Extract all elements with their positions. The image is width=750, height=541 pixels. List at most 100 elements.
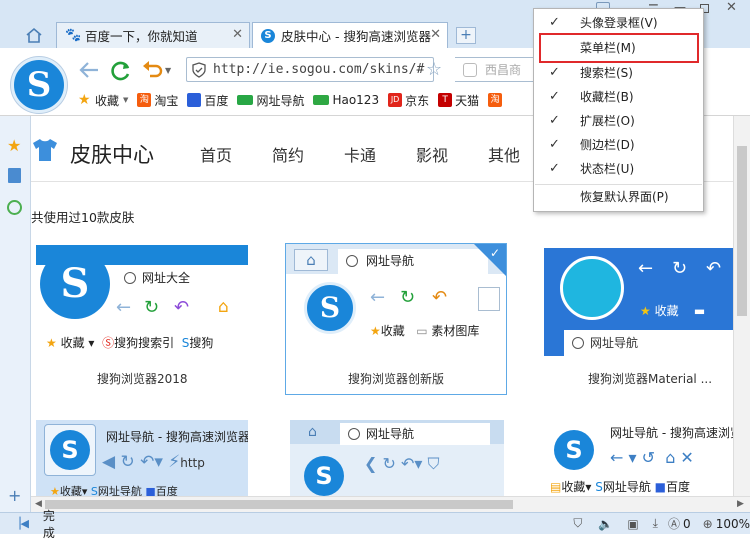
bookmark-label: 天猫	[455, 93, 480, 108]
nav-other[interactable]: 其他	[488, 142, 520, 166]
skin-card[interactable]: ⌂ 网址导航 S ❮ ↻ ↶▾ ⛉	[290, 420, 504, 496]
layers-logo-icon	[560, 256, 624, 320]
menu-item-sidebar[interactable]: ✓ 侧边栏(D)	[534, 133, 703, 157]
bookmark-tmall[interactable]: T 天猫	[438, 92, 479, 109]
sidebar-favorites-button[interactable]: ★	[7, 136, 21, 155]
card-addr-label: 网址大全	[142, 271, 191, 285]
bookmark-label: 网址导航	[256, 93, 305, 108]
adblock-icon[interactable]: Ⓐ	[668, 515, 680, 532]
back-button[interactable]	[78, 60, 100, 85]
tab-baidu[interactable]: 🐾 百度一下，你就知道 ✕	[56, 22, 250, 48]
sidebar-clock-button[interactable]	[7, 200, 22, 215]
nav-home[interactable]: 首页	[200, 142, 232, 166]
shield-status-icon[interactable]: ⛉	[573, 516, 582, 531]
sidebar-toggle-icon[interactable]: ▕◀	[12, 517, 29, 530]
scroll-thumb[interactable]	[737, 146, 747, 316]
refresh-button[interactable]	[110, 60, 132, 87]
horizontal-scrollbar[interactable]: ◀ ▶	[31, 496, 750, 512]
nav-simple[interactable]: 简约	[272, 142, 304, 166]
globe-icon	[346, 255, 358, 267]
sogou-s-icon: S	[50, 430, 90, 470]
tab-label: 百度一下，你就知道	[85, 29, 198, 44]
nav-movies[interactable]: 影视	[416, 142, 448, 166]
speaker-icon[interactable]: 🔈	[598, 517, 613, 531]
sidebar-add-button[interactable]: +	[8, 486, 21, 505]
menu-item-label: 侧边栏(D)	[580, 138, 635, 152]
menu-item-restore-default[interactable]: 恢复默认界面(P)	[534, 185, 703, 209]
skin-card[interactable]: S 网址导航 - 搜狗高速浏览器 ← ▾ ↺ ⌂ ✕ ▤收藏▾ S网址导航 ■百…	[544, 420, 733, 496]
zoom-level[interactable]: 100%	[716, 517, 750, 531]
card-addr-tab: 网址导航	[338, 249, 488, 274]
shield-icon	[478, 287, 500, 311]
undo-dropdown-icon[interactable]: ▼	[165, 66, 171, 75]
tshirt-icon	[32, 138, 58, 165]
close-window-icon[interactable]: ✕	[726, 0, 737, 15]
bookmark-favorites[interactable]: ★ 收藏 ▼	[78, 92, 128, 109]
card-addr-label: 网址导航	[590, 336, 639, 350]
menu-item-avatar-login[interactable]: ✓ 头像登录框(V)	[534, 11, 703, 35]
screenshot-icon[interactable]: ▣	[627, 517, 638, 531]
close-icon[interactable]: ✕	[232, 27, 243, 42]
address-bar[interactable]: http://ie.sogou.com/skins/#	[186, 57, 434, 82]
sidebar-doc-button[interactable]	[8, 168, 21, 183]
bookmark-jd[interactable]: JD 京东	[388, 92, 429, 109]
baidu-paw-icon: 🐾	[65, 27, 82, 43]
menu-item-searchbar[interactable]: ✓ 搜索栏(S)	[534, 61, 703, 85]
check-icon: ✓	[549, 89, 560, 104]
undo-icon: ↶	[432, 287, 448, 308]
sogou-search-icon	[463, 63, 477, 77]
undo-button[interactable]	[142, 60, 164, 85]
menu-item-menubar[interactable]: 菜单栏(M)	[534, 36, 703, 60]
menu-item-statusbar[interactable]: ✓ 状态栏(U)	[534, 157, 703, 181]
scroll-left-icon[interactable]: ◀	[35, 499, 42, 509]
link-label: 网址导航	[97, 485, 142, 496]
menu-item-label: 状态栏(U)	[580, 162, 635, 176]
undo-icon: ↶	[174, 297, 190, 318]
fav-label: 收藏	[654, 304, 679, 318]
new-tab-button[interactable]: +	[456, 27, 476, 44]
used-count-text: 共使用过10款皮肤	[31, 210, 135, 225]
card-bookmark-row: ★收藏▾ S网址导航 ■百度	[50, 485, 178, 496]
back-arrow-icon: ←	[370, 287, 386, 308]
back-arrow-icon: ←	[638, 258, 654, 279]
fav-label: 收藏	[380, 324, 405, 338]
refresh-icon	[111, 61, 130, 81]
bookmarks-bar: ★ 收藏 ▼ 淘淘宝 百度 网址导航 Hao123 JD 京东 T 天猫 淘	[78, 89, 538, 111]
card-addr-label: 网址导航	[366, 254, 415, 268]
card-bookmark-row: ★ 收藏 ▾ Ⓢ搜狗搜索引 S搜狗	[46, 336, 214, 350]
menu-item-extbar[interactable]: ✓ 扩展栏(O)	[534, 109, 703, 133]
home-button[interactable]	[20, 24, 48, 46]
undo-icon	[143, 61, 163, 78]
skin-name: 搜狗浏览器Material ...	[588, 372, 713, 386]
skin-card[interactable]: S 网址导航 - 搜狗高速浏览器 ◀ ↻ ↶▾ ⚡http ★收藏▾ S网址导航…	[36, 420, 248, 496]
skin-card-selected[interactable]: ⌂ 网址导航 ✓ S ← ↻ ↶ ★收藏 ▭ 素材图库 搜狗浏览器创新版	[285, 243, 507, 395]
bookmark-nav[interactable]: 网址导航	[237, 92, 304, 109]
search-input[interactable]: 西昌商	[455, 57, 535, 82]
fav-label: 收藏	[59, 485, 82, 496]
adblock-count: 0	[682, 516, 691, 531]
vertical-scrollbar[interactable]	[733, 116, 750, 496]
bookmark-baidu[interactable]: 百度	[187, 92, 228, 109]
link-label: 搜狗搜索引	[114, 336, 175, 350]
bookmark-hao123[interactable]: Hao123	[313, 93, 379, 107]
sogou-logo-avatar[interactable]: S	[11, 57, 67, 113]
globe-icon	[572, 337, 584, 349]
baidu-paw-icon	[187, 93, 202, 107]
tab-skin-center[interactable]: S 皮肤中心 - 搜狗高速浏览器 ✕	[252, 22, 448, 48]
zoom-icon[interactable]: ⊕	[703, 517, 713, 531]
bookmark-taobao-2[interactable]: 淘	[488, 93, 505, 107]
refresh-icon: ↻	[144, 297, 160, 318]
skin-card[interactable]: S 网址大全 ← ↻ ↶ ⌂ ★ 收藏 ▾ Ⓢ搜狗搜索引 S搜狗	[36, 245, 248, 357]
scroll-thumb[interactable]	[45, 500, 513, 509]
star-button[interactable]: ☆	[426, 59, 442, 80]
link-label: 素材图库	[431, 324, 480, 338]
nav-cartoon[interactable]: 卡通	[344, 142, 376, 166]
close-icon[interactable]: ✕	[430, 27, 441, 42]
scroll-right-icon[interactable]: ▶	[737, 499, 744, 509]
bookmark-taobao[interactable]: 淘淘宝	[137, 92, 178, 109]
back-arrow-icon	[79, 62, 98, 78]
check-icon: ✓	[549, 161, 560, 176]
menu-item-favbar[interactable]: ✓ 收藏栏(B)	[534, 85, 703, 109]
skin-card[interactable]: ← ↻ ↶ ★ 收藏 ▬ 网址导航	[544, 248, 733, 356]
download-icon[interactable]: ⤓	[653, 516, 658, 531]
